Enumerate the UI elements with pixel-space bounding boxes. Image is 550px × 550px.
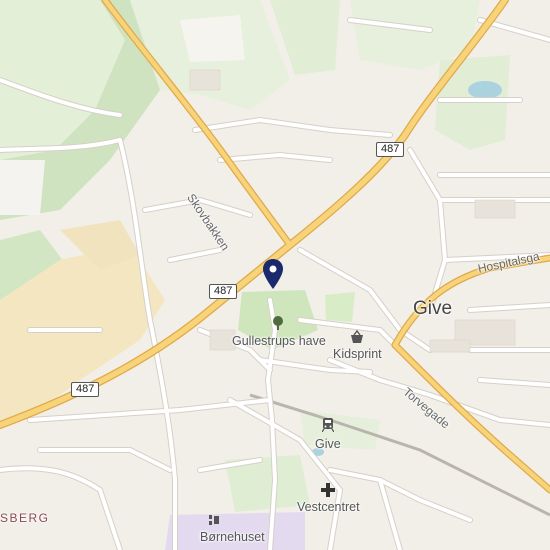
pond [468, 81, 502, 99]
road-shield-487: 487 [376, 142, 405, 157]
road-shield-487: 487 [71, 382, 100, 397]
poi-label-station[interactable]: Give [315, 437, 341, 451]
park-area [325, 292, 355, 322]
poi-label-kindergarten[interactable]: Børnehuset [200, 530, 265, 544]
poi-label-shop[interactable]: Kidsprint [333, 347, 382, 361]
district-label: SBERG [0, 511, 50, 525]
tree-icon [273, 316, 283, 330]
kindergarten-icon [209, 515, 219, 525]
town-label: Give [413, 298, 453, 319]
shopping-basket-icon [351, 330, 363, 343]
field-area [0, 160, 45, 215]
train-icon [322, 418, 334, 432]
map-canvas[interactable]: 487 487 487 Skovbakken Hospitalsga Torve… [0, 0, 550, 550]
poi-label-health[interactable]: Vestcentret [297, 500, 360, 514]
poi-label-park[interactable]: Gullestrups have [232, 334, 326, 348]
location-pin-marker[interactable] [261, 258, 285, 290]
field-area [180, 15, 245, 62]
road-shield-487: 487 [209, 284, 238, 299]
cross-icon [321, 483, 335, 497]
